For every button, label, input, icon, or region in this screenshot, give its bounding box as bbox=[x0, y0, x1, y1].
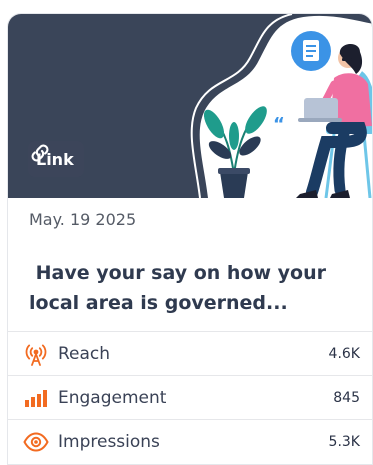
metric-reach-label: Reach bbox=[58, 343, 111, 364]
link-icon bbox=[31, 144, 49, 162]
metric-reach: Reach 4.6K bbox=[8, 331, 372, 375]
post-card[interactable]: “ Link May. 19 2025 Have your say on how… bbox=[7, 13, 373, 465]
svg-text:“: “ bbox=[273, 114, 285, 135]
eye-icon bbox=[23, 430, 49, 454]
metric-impressions: Impressions 5.3K bbox=[8, 419, 372, 463]
post-date: May. 19 2025 bbox=[29, 210, 137, 229]
metric-reach-value: 4.6K bbox=[328, 345, 360, 362]
broadcast-tower-icon bbox=[23, 342, 49, 366]
metric-engagement: Engagement 845 bbox=[8, 375, 372, 419]
link-badge: Link bbox=[28, 141, 84, 177]
post-thumbnail[interactable]: “ Link bbox=[8, 14, 372, 198]
bar-chart-icon bbox=[23, 386, 49, 410]
document-bubble-icon bbox=[291, 31, 331, 71]
post-title[interactable]: Have your say on how your local area is … bbox=[29, 258, 359, 318]
metric-impressions-value: 5.3K bbox=[328, 433, 360, 450]
metric-engagement-label: Engagement bbox=[58, 387, 167, 408]
metric-engagement-value: 845 bbox=[333, 389, 360, 406]
metric-impressions-label: Impressions bbox=[58, 431, 160, 452]
